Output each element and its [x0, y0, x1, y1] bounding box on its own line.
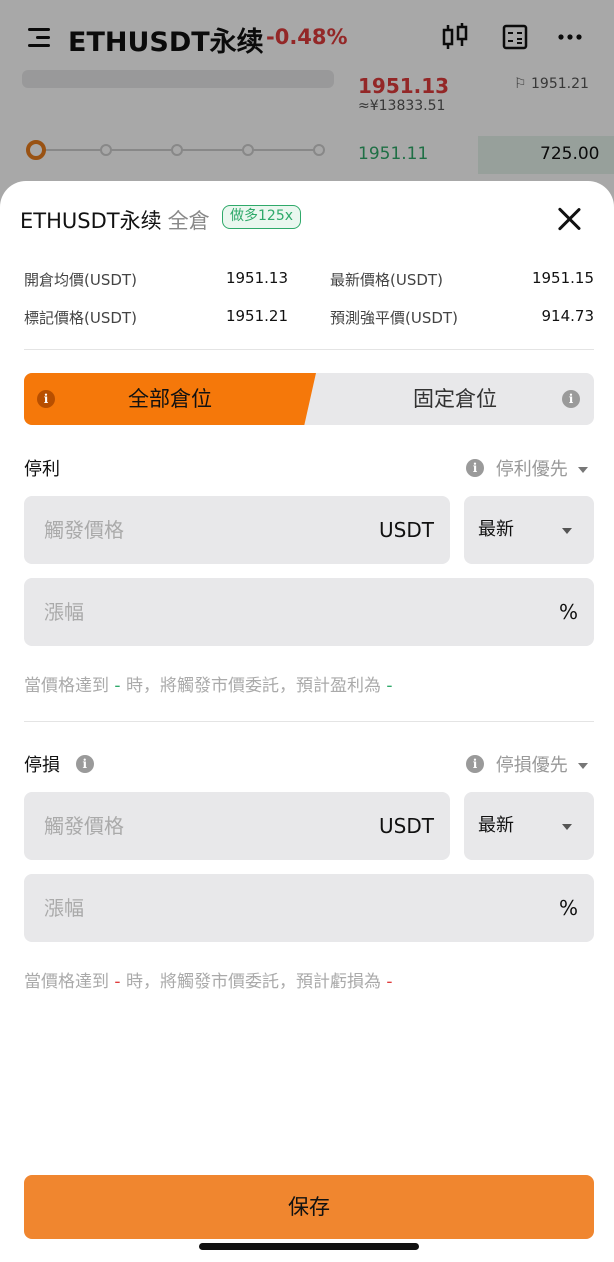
liq-price-label: 預測強平價(USDT) — [330, 309, 458, 327]
hint-text: 時，將觸發市價委託，預計虧損為 — [125, 972, 381, 992]
hint-trigger-value: - — [114, 972, 121, 992]
avg-open-value: 1951.13 — [225, 269, 288, 287]
info-icon[interactable]: i — [75, 755, 94, 773]
price-type-label: 最新 — [478, 519, 514, 540]
last-price-value: 1951.15 — [531, 269, 594, 287]
change-placeholder: 漲幅 — [44, 896, 84, 920]
mark-price-label: 標記價格(USDT) — [24, 309, 137, 327]
take-profit-trigger-input[interactable]: 觸發價格 USDT — [24, 496, 450, 564]
take-profit-price-type-select[interactable]: 最新 — [464, 496, 594, 564]
chevron-down-icon — [577, 763, 588, 769]
hint-prefix: 當價格達到 — [24, 972, 109, 992]
stop-loss-change-input[interactable]: 漲幅 % — [24, 874, 594, 942]
take-profit-hint: 當價格達到 - 時，將觸發市價委託，預計盈利為 - — [24, 671, 393, 696]
info-icon[interactable]: i — [466, 459, 484, 477]
stop-loss-priority-select[interactable]: i 停損優先 — [466, 751, 588, 777]
stop-loss-trigger-input[interactable]: 觸發價格 USDT — [24, 792, 450, 860]
position-badge: 做多125x — [222, 205, 302, 229]
liq-price-value: 914.73 — [541, 307, 595, 325]
stop-loss-hint: 當價格達到 - 時，將觸發市價委託，預計虧損為 - — [24, 967, 393, 992]
unit-label: USDT — [379, 814, 434, 838]
mark-price-value: 1951.21 — [225, 307, 288, 325]
stop-loss-title: 停損 — [24, 755, 60, 776]
hint-text: 時，將觸發市價委託，預計盈利為 — [125, 676, 381, 696]
chevron-down-icon — [562, 528, 572, 534]
take-profit-priority-select[interactable]: i 停利優先 — [466, 455, 588, 481]
tp-sl-sheet: ETHUSDT永续 全倉 做多125x 開倉均價(USDT) 1951.13 最新… — [0, 181, 614, 1262]
stop-loss-priority-label: 停損優先 — [495, 755, 568, 776]
hint-loss-value: - — [386, 972, 393, 992]
close-icon[interactable] — [555, 205, 583, 233]
change-placeholder: 漲幅 — [44, 600, 84, 624]
take-profit-change-input[interactable]: 漲幅 % — [24, 578, 594, 646]
trigger-placeholder: 觸發價格 — [44, 518, 124, 542]
last-price-label: 最新價格(USDT) — [330, 271, 443, 289]
take-profit-priority-label: 停利優先 — [495, 459, 568, 480]
stop-loss-title-row: 停損 i — [24, 751, 94, 777]
unit-label: USDT — [379, 518, 434, 542]
percent-label: % — [558, 600, 578, 624]
symbol-label: ETHUSDT永续 — [20, 209, 162, 233]
info-icon[interactable]: i — [562, 390, 580, 408]
tab-full-position[interactable]: 全部倉位 — [24, 373, 316, 425]
hint-prefix: 當價格達到 — [24, 676, 109, 696]
chevron-down-icon — [562, 824, 572, 830]
take-profit-title: 停利 — [24, 459, 60, 480]
chevron-down-icon — [577, 467, 588, 473]
position-scope-tabs: 全部倉位 固定倉位 i i — [24, 373, 594, 425]
info-icon[interactable]: i — [37, 390, 55, 408]
tab-fixed-position[interactable]: 固定倉位 — [316, 373, 594, 425]
hint-trigger-value: - — [114, 676, 121, 696]
price-type-label: 最新 — [478, 815, 514, 836]
home-indicator — [199, 1243, 419, 1250]
hint-profit-value: - — [386, 676, 393, 696]
divider — [24, 349, 594, 350]
avg-open-label: 開倉均價(USDT) — [24, 271, 137, 289]
margin-mode: 全倉 — [167, 209, 210, 233]
percent-label: % — [558, 896, 578, 920]
save-button[interactable]: 保存 — [24, 1175, 594, 1239]
info-icon[interactable]: i — [466, 755, 484, 773]
trigger-placeholder: 觸發價格 — [44, 814, 124, 838]
sheet-title: ETHUSDT永续 全倉 — [20, 205, 210, 235]
divider — [24, 721, 594, 722]
stop-loss-price-type-select[interactable]: 最新 — [464, 792, 594, 860]
